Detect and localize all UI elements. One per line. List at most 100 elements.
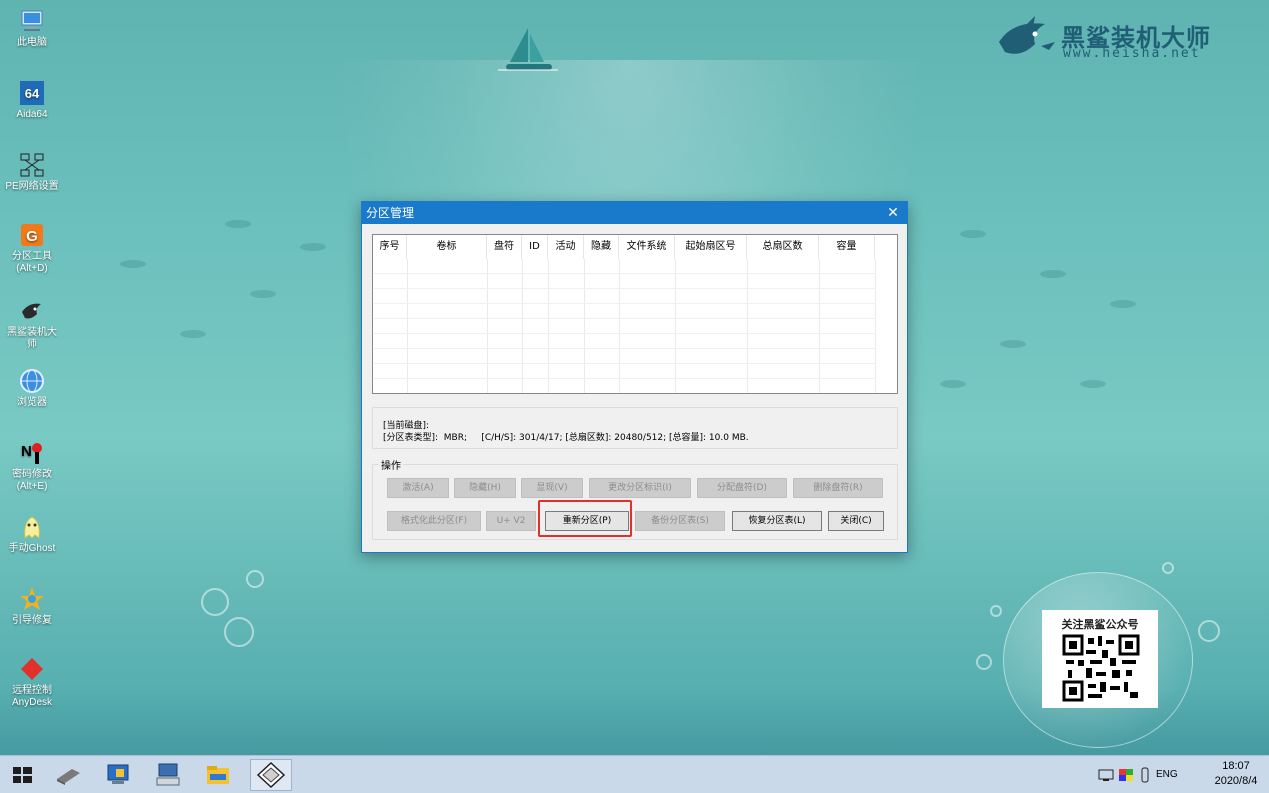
bubble-decoration [201, 588, 229, 616]
desktop-icon-label: 分区工具 (Alt+D) [12, 251, 52, 274]
qr-card: 关注黑鲨公众号 [1042, 610, 1158, 708]
dialog-titlebar[interactable]: 分区管理 ✕ [362, 202, 907, 224]
desktop-icon-label: PE网络设置 [5, 181, 59, 192]
desktop-icon-label: 此电脑 [17, 37, 47, 48]
desktop-icon-browser[interactable]: 浏览器 [0, 368, 64, 409]
column-header[interactable]: 卷标 [407, 235, 487, 259]
explorer-icon [207, 766, 229, 784]
display-tray-icon[interactable] [1118, 767, 1134, 783]
clock-date: 2020/8/4 [1214, 775, 1258, 787]
network-tray-icon[interactable] [1098, 767, 1114, 783]
dialog-title: 分区管理 [366, 206, 415, 220]
remove-drive-letter-button[interactable]: 删除盘符(R) [793, 478, 883, 498]
boot-repair-icon [20, 587, 44, 610]
operations-group: 操作 激活(A) 隐藏(H) 显现(V) 更改分区标识(I) 分配盘符(D) 删… [372, 457, 898, 540]
operations-legend: 操作 [379, 457, 403, 472]
taskbar-keyboard[interactable] [152, 759, 184, 791]
column-header[interactable]: 序号 [373, 235, 407, 259]
svg-text:64: 64 [25, 86, 40, 101]
desktop-icon-this-pc[interactable]: 此电脑 [0, 8, 64, 49]
table-row [374, 334, 876, 349]
table-row [374, 379, 876, 393]
disk-info-box: [当前磁盘]: [分区表类型]: MBR; [C/H/S]: 301/4/17;… [372, 407, 898, 449]
backup-partition-table-button[interactable]: 备份分区表(S) [635, 511, 725, 531]
taskbar-drive[interactable] [52, 759, 84, 791]
qr-title: 关注黑鲨公众号 [1061, 618, 1139, 631]
activate-button[interactable]: 激活(A) [387, 478, 449, 498]
fish-decoration [1000, 340, 1026, 348]
column-header[interactable]: 隐藏 [584, 235, 619, 259]
bubble-decoration [990, 605, 1002, 617]
bubble-decoration [1162, 562, 1174, 574]
taskbar-partition-app[interactable] [250, 759, 292, 791]
desktop-icon-boot-repair[interactable]: 引导修复 [0, 586, 64, 627]
u-v2-button[interactable]: U+ V2 [486, 511, 536, 531]
partition-table[interactable]: 序号 卷标 盘符 ID 活动 隐藏 文件系统 起始扇区号 总扇区数 容量 [372, 234, 898, 394]
desktop-icon-partition-tool[interactable]: G 分区工具 (Alt+D) [0, 222, 64, 275]
network-icon [20, 153, 44, 177]
assign-drive-letter-button[interactable]: 分配盘符(D) [697, 478, 787, 498]
format-partition-button[interactable]: 格式化此分区(F) [387, 511, 481, 531]
start-button[interactable] [6, 759, 38, 791]
password-icon: N [21, 443, 42, 464]
column-header[interactable]: 起始扇区号 [675, 235, 747, 259]
desktop-icon-anydesk[interactable]: 远程控制 AnyDesk [0, 656, 64, 709]
column-header[interactable]: 活动 [548, 235, 584, 259]
taskbar-pc[interactable] [102, 759, 134, 791]
svg-text:N: N [21, 443, 32, 460]
brand-url: www.heisha.net [1063, 46, 1201, 61]
column-header[interactable]: ID [522, 235, 548, 259]
aida64-icon: 64 [20, 81, 44, 105]
show-button[interactable]: 显现(V) [521, 478, 583, 498]
restore-partition-table-button[interactable]: 恢复分区表(L) [732, 511, 822, 531]
close-icon[interactable]: ✕ [885, 202, 901, 224]
desktop-icon-pe-network[interactable]: PE网络设置 [0, 152, 64, 193]
browser-icon [20, 369, 44, 393]
disk-details: [分区表类型]: MBR; [C/H/S]: 301/4/17; [总扇区数]:… [383, 433, 749, 443]
column-header[interactable]: 容量 [819, 235, 875, 259]
ghost-icon [24, 516, 40, 539]
desktop-icon-ghost[interactable]: 手动Ghost [0, 514, 64, 555]
desktop-icon-label: 手动Ghost [8, 543, 56, 554]
pc-icon [107, 764, 129, 784]
desktop-icon-label: 密码修改 (Alt+E) [12, 469, 52, 492]
language-indicator[interactable]: ENG [1156, 769, 1178, 780]
close-button[interactable]: 关闭(C) [828, 511, 884, 531]
usb-tray-icon[interactable] [1138, 767, 1152, 783]
fish-decoration [120, 260, 146, 268]
taskbar-clock[interactable]: 18:07 2020/8/4 [1211, 759, 1261, 789]
drive-icon [57, 769, 80, 785]
fish-decoration [960, 230, 986, 238]
fish-decoration [940, 380, 966, 388]
svg-text:G: G [26, 228, 38, 245]
taskbar: ENG 18:07 2020/8/4 [0, 755, 1269, 793]
sailboat-icon [498, 28, 558, 71]
fish-decoration [1040, 270, 1066, 278]
hide-button[interactable]: 隐藏(H) [454, 478, 516, 498]
fish-decoration [180, 330, 206, 338]
column-header[interactable]: 总扇区数 [747, 235, 819, 259]
shark-icon [22, 303, 41, 319]
system-tray: ENG [1096, 756, 1178, 793]
change-partition-id-button[interactable]: 更改分区标识(I) [589, 478, 691, 498]
desktop-icon-label: 黑鲨装机大 师 [7, 327, 57, 350]
table-row [374, 319, 876, 334]
bubble-decoration [976, 654, 992, 670]
desktop-icon-label: Aida64 [16, 109, 48, 120]
desktop-icon-password[interactable]: N 密码修改 (Alt+E) [0, 440, 64, 493]
column-header[interactable]: 盘符 [487, 235, 522, 259]
highlight-box [538, 500, 632, 537]
desktop-icon-label: 引导修复 [12, 615, 52, 626]
taskbar-explorer[interactable] [202, 759, 234, 791]
column-header[interactable]: 文件系统 [619, 235, 675, 259]
start-icon [13, 767, 32, 783]
desktop-icon-aida64[interactable]: 64 Aida64 [0, 80, 64, 121]
keyboard-icon [156, 763, 180, 786]
table-row [374, 304, 876, 319]
fish-decoration [225, 220, 251, 228]
qr-code-icon [1062, 634, 1140, 702]
desktop-icon-heisha[interactable]: 黑鲨装机大 师 [0, 298, 64, 351]
fish-decoration [300, 243, 326, 251]
table-row [374, 289, 876, 304]
fish-decoration [250, 290, 276, 298]
